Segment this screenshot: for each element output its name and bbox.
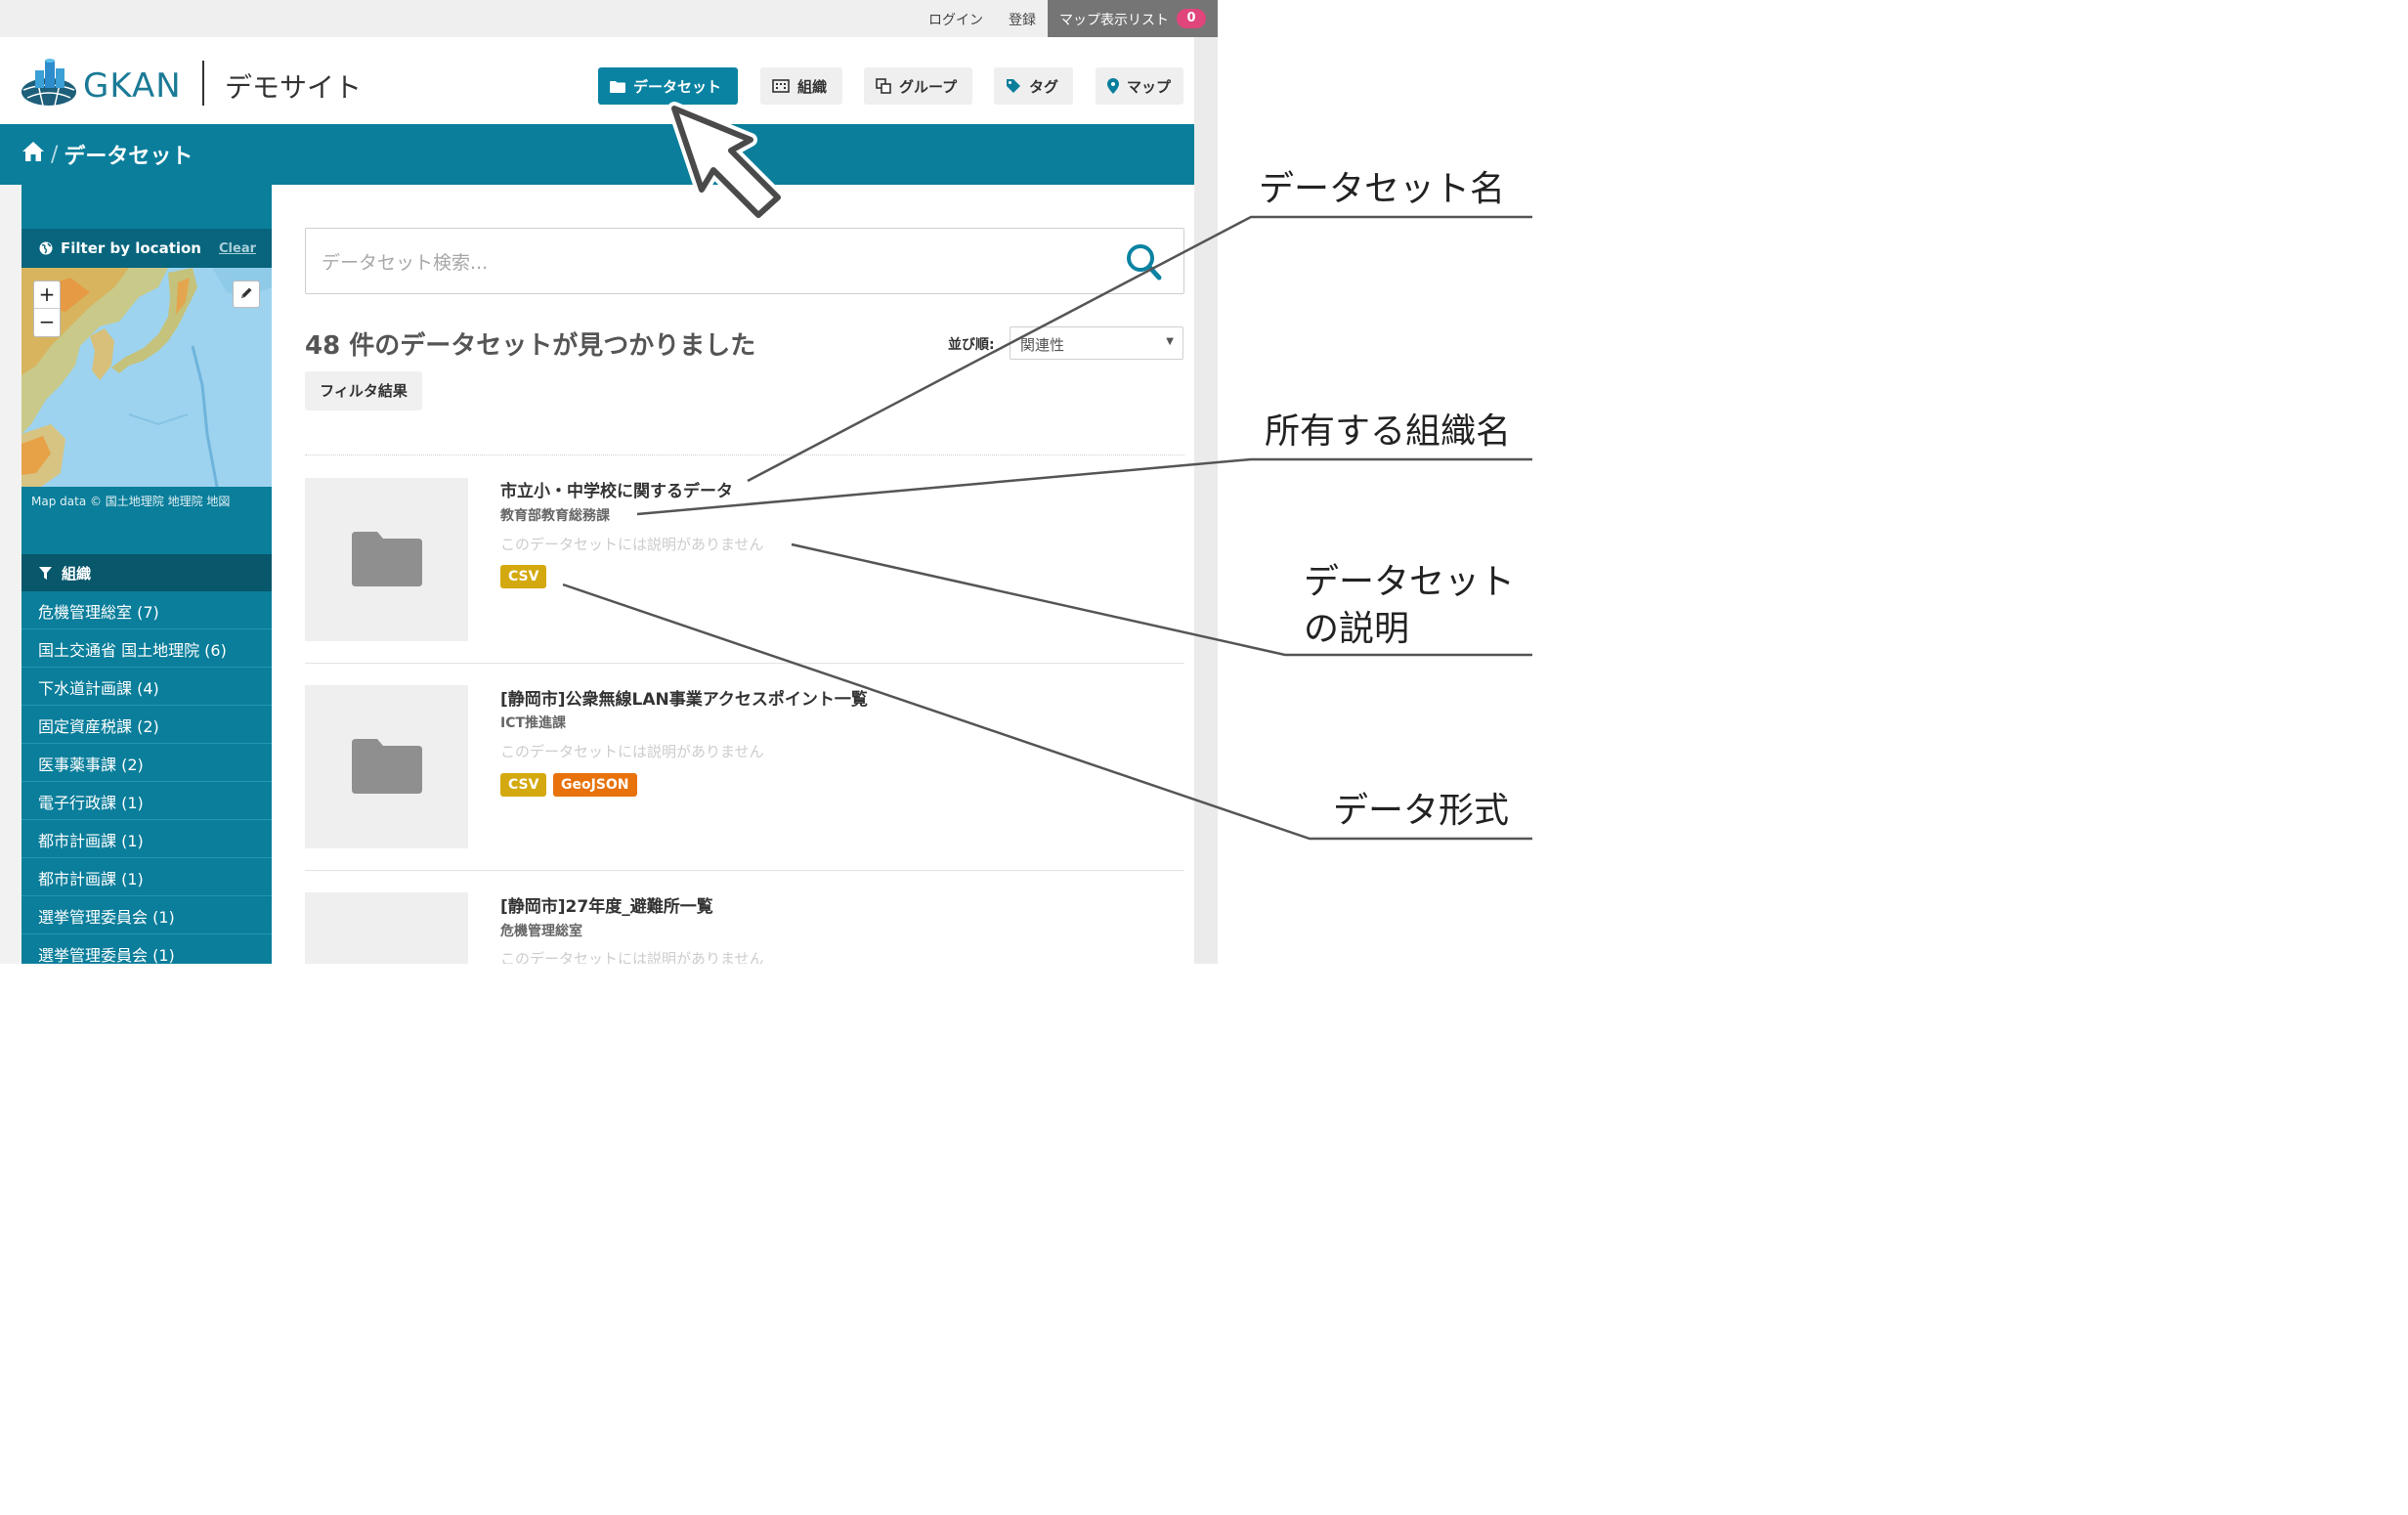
dataset-search-input[interactable] xyxy=(322,252,1103,274)
nav-datasets[interactable]: データセット xyxy=(598,67,738,105)
item-divider xyxy=(305,663,1184,664)
dataset-thumbnail[interactable] xyxy=(305,685,468,848)
dataset-organization: 危機管理総室 xyxy=(500,924,582,939)
nav-tags[interactable]: タグ xyxy=(994,67,1073,105)
dataset-description: このデータセットには説明がありません xyxy=(500,536,764,553)
organization-facet-list: 危機管理総室 (7) 国土交通省 国土地理院 (6) 下水道計画課 (4) 固定… xyxy=(22,591,272,964)
facet-item[interactable]: 都市計画課 (1) xyxy=(22,820,272,858)
map-list-count-badge: 0 xyxy=(1177,9,1206,28)
facet-item[interactable]: 医事薬事課 (2) xyxy=(22,744,272,782)
dataset-organization: 教育部教育総務課 xyxy=(500,508,610,524)
login-link[interactable]: ログイン xyxy=(928,10,983,29)
dataset-title[interactable]: 市立小・中学校に関するデータ xyxy=(500,477,733,501)
pencil-icon xyxy=(239,285,253,304)
register-link[interactable]: 登録 xyxy=(1009,10,1036,29)
breadcrumb: / データセット xyxy=(22,139,193,170)
globe-icon xyxy=(39,241,53,255)
site-header: GKAN デモサイト データセット 組織 グループ タグ マップ xyxy=(0,37,1194,124)
sort-selected-value: 関連性 xyxy=(1020,336,1065,354)
map-marker-icon xyxy=(1107,78,1119,94)
breadcrumb-current[interactable]: データセット xyxy=(64,139,193,170)
folder-icon xyxy=(351,737,422,798)
account-bar: ログイン 登録 マップ表示リスト 0 xyxy=(0,0,1218,37)
nav-groups[interactable]: グループ xyxy=(864,67,972,105)
sort-label: 並び順: xyxy=(948,337,995,353)
dataset-thumbnail[interactable] xyxy=(305,892,468,964)
item-divider xyxy=(305,870,1184,871)
format-badge-csv[interactable]: CSV xyxy=(500,565,547,588)
nav-datasets-label: データセット xyxy=(633,77,722,96)
nav-map-label: マップ xyxy=(1127,77,1172,96)
building-icon xyxy=(772,79,790,93)
site-name: デモサイト xyxy=(225,71,363,104)
facet-item[interactable]: 危機管理総室 (7) xyxy=(22,591,272,629)
organization-facet-header: 組織 xyxy=(22,554,272,591)
map-list-button[interactable]: マップ表示リスト 0 xyxy=(1048,0,1218,37)
dataset-title[interactable]: [静岡市]27年度_避難所一覧 xyxy=(500,892,713,917)
facet-item[interactable]: 選挙管理委員会 (1) xyxy=(22,934,272,964)
callout-description-line2: の説明 xyxy=(1304,609,1410,649)
dataset-search-box xyxy=(305,228,1184,294)
callout-owner-org: 所有する組織名 xyxy=(1265,411,1512,452)
breadcrumb-separator: / xyxy=(51,142,59,167)
facet-item[interactable]: 選挙管理委員会 (1) xyxy=(22,896,272,934)
page-scrollbar[interactable] xyxy=(1194,37,1218,964)
format-badge-csv[interactable]: CSV xyxy=(500,773,547,797)
zoom-out-button[interactable]: − xyxy=(34,309,60,336)
filter-icon xyxy=(39,566,52,580)
dataset-thumbnail[interactable] xyxy=(305,478,468,641)
nav-organizations[interactable]: 組織 xyxy=(760,67,842,105)
filter-by-location-header: Filter by location Clear xyxy=(22,229,272,268)
folder-icon xyxy=(351,530,422,590)
callout-description-line1: データセット xyxy=(1304,562,1516,602)
format-badge-geojson[interactable]: GeoJSON xyxy=(553,773,637,797)
nav-organizations-label: 組織 xyxy=(797,77,828,96)
organization-facet-title: 組織 xyxy=(62,564,92,583)
callout-dataset-name: データセット名 xyxy=(1259,169,1506,209)
draw-area-button[interactable] xyxy=(233,281,260,308)
filter-by-location-label: Filter by location xyxy=(61,239,201,257)
ckan-page: ログイン 登録 マップ表示リスト 0 GKAN デモサイト データセット 組織 … xyxy=(0,0,1218,964)
nav-tags-label: タグ xyxy=(1029,77,1059,96)
facet-item[interactable]: 電子行政課 (1) xyxy=(22,782,272,820)
folder-icon xyxy=(610,80,625,93)
search-icon xyxy=(1121,244,1168,287)
facet-item[interactable]: 固定資産税課 (2) xyxy=(22,706,272,744)
results-count-heading: 48 件のデータセットが見つかりました xyxy=(305,331,756,361)
search-button[interactable] xyxy=(1121,240,1168,283)
callout-data-format: データ形式 xyxy=(1333,791,1510,831)
filter-results-button[interactable]: フィルタ結果 xyxy=(305,371,422,411)
brand-divider xyxy=(202,61,204,106)
map-attribution: Map data © 国土地理院 地理院 地図 xyxy=(31,495,231,508)
brand-name[interactable]: GKAN xyxy=(83,66,182,106)
zoom-in-button[interactable]: + xyxy=(34,281,60,309)
facet-item[interactable]: 都市計画課 (1) xyxy=(22,858,272,896)
nav-map[interactable]: マップ xyxy=(1096,67,1183,105)
dataset-description: このデータセットには説明がありません xyxy=(500,743,764,760)
clear-location-link[interactable]: Clear xyxy=(219,241,256,256)
results-divider xyxy=(305,454,1184,455)
facet-item[interactable]: 国土交通省 国土地理院 (6) xyxy=(22,629,272,668)
dataset-organization: ICT推進課 xyxy=(500,715,567,731)
home-icon[interactable] xyxy=(22,141,45,168)
dataset-description: このデータセットには説明がありません xyxy=(500,950,764,964)
gkan-logo-icon[interactable] xyxy=(20,55,78,108)
facet-item[interactable]: 下水道計画課 (4) xyxy=(22,668,272,706)
sort-select[interactable]: 関連性 ▼ xyxy=(1010,326,1183,360)
map-zoom-control: + − xyxy=(33,281,61,337)
nav-groups-label: グループ xyxy=(899,77,958,96)
dataset-title[interactable]: [静岡市]公衆無線LAN事業アクセスポイント一覧 xyxy=(500,685,868,710)
group-icon xyxy=(876,78,891,94)
caret-down-icon: ▼ xyxy=(1166,336,1174,347)
tag-icon xyxy=(1006,78,1021,94)
map-list-label: マップ表示リスト xyxy=(1059,13,1169,28)
